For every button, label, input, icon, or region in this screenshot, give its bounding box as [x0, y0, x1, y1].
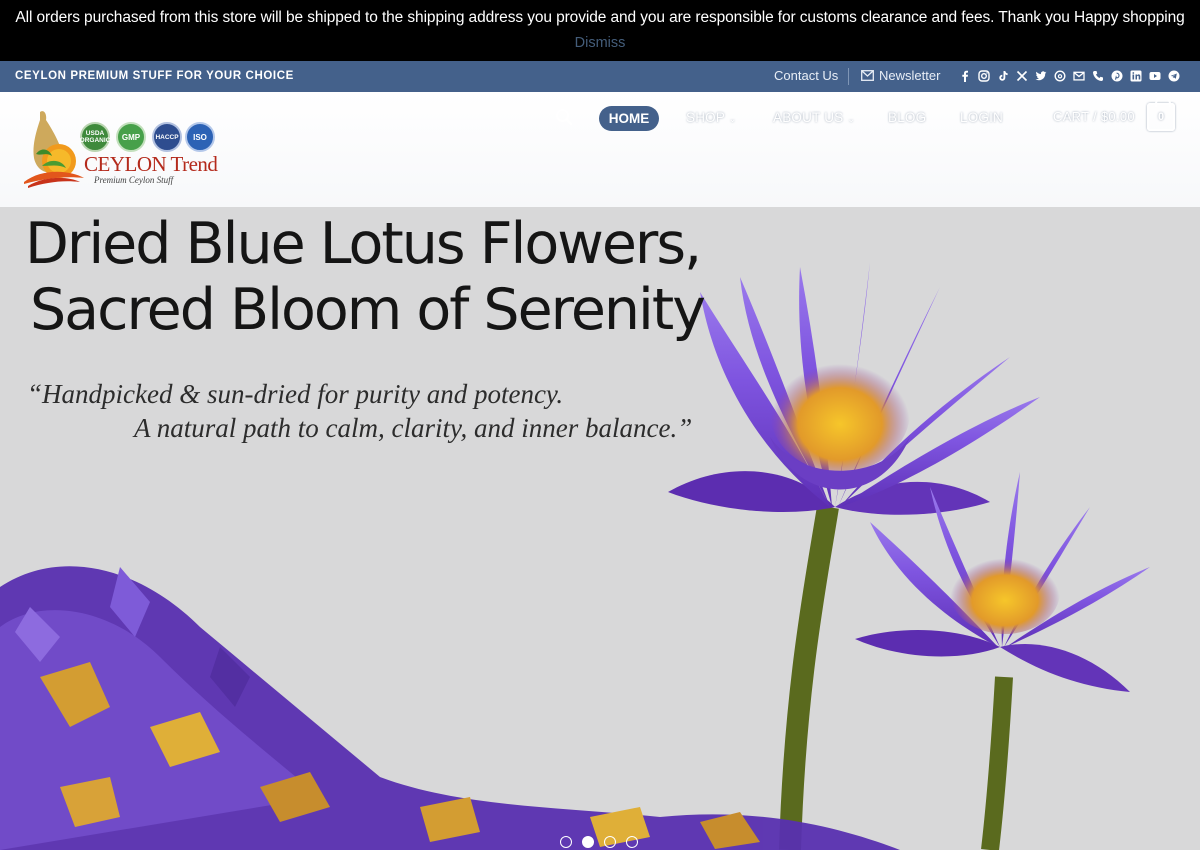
cart-count-badge[interactable]: 0: [1147, 96, 1175, 131]
store-notice-text: All orders purchased from this store wil…: [15, 9, 1185, 26]
logo-wordmark: CEYLON Trend: [84, 152, 218, 176]
logo-tagline: Premium Ceylon Stuff: [94, 175, 174, 185]
youtube-icon[interactable]: [1148, 69, 1162, 83]
telegram-icon[interactable]: [1167, 69, 1181, 83]
instagram-icon[interactable]: [977, 69, 991, 83]
pinterest-icon[interactable]: [1110, 69, 1124, 83]
nav-shop-label: SHOP: [686, 110, 725, 125]
slider-dot[interactable]: [560, 836, 572, 848]
chevron-down-icon: ⌄: [847, 114, 856, 124]
top-bar: CEYLON PREMIUM STUFF FOR YOUR CHOICE Con…: [0, 61, 1200, 92]
top-bar-tagline: CEYLON PREMIUM STUFF FOR YOUR CHOICE: [15, 70, 294, 82]
facebook-icon[interactable]: [958, 69, 972, 83]
cert-iso-badge: ISO: [185, 122, 215, 152]
site-header: USDA ORGANIC GMP HACCP ISO CEYLON Trend …: [0, 92, 1200, 207]
contact-us-link[interactable]: Contact Us: [774, 68, 838, 83]
slider-dot-active[interactable]: [582, 836, 594, 848]
twitter-icon[interactable]: [1034, 69, 1048, 83]
cart-link[interactable]: CART / $0.00: [1053, 109, 1135, 124]
x-icon[interactable]: [1015, 69, 1029, 83]
nav-home[interactable]: HOME: [599, 106, 659, 131]
nav-shop[interactable]: SHOP ⌄: [686, 110, 737, 125]
divider: [848, 68, 849, 85]
store-notice: All orders purchased from this store wil…: [0, 0, 1200, 61]
newsletter-label: Newsletter: [879, 68, 941, 83]
tiktok-icon[interactable]: [996, 69, 1010, 83]
phone-icon[interactable]: [1091, 69, 1105, 83]
newsletter-link[interactable]: Newsletter: [861, 68, 940, 83]
site-logo[interactable]: USDA ORGANIC GMP HACCP ISO CEYLON Trend …: [22, 106, 222, 192]
search-icon[interactable]: [555, 108, 573, 126]
hero-quote-line-2: A natural path to calm, clarity, and inn…: [134, 413, 693, 443]
linkedin-icon[interactable]: [1129, 69, 1143, 83]
chevron-down-icon: ⌄: [728, 114, 737, 124]
social-links: [958, 69, 1181, 83]
envelope-icon: [861, 70, 874, 81]
hero-slider: Dried Blue Lotus Flowers, Sacred Bloom o…: [0, 207, 1200, 850]
nav-about-label: ABOUT US: [773, 110, 844, 125]
slider-dot[interactable]: [604, 836, 616, 848]
slider-dot[interactable]: [626, 836, 638, 848]
threads-icon[interactable]: [1053, 69, 1067, 83]
dismiss-link[interactable]: Dismiss: [0, 35, 1200, 51]
hero-title-line-1: Dried Blue Lotus Flowers,: [25, 211, 702, 277]
nav-login[interactable]: LOGIN: [960, 110, 1003, 125]
cert-gmp-badge: GMP: [116, 122, 146, 152]
slider-dots: [560, 836, 638, 848]
cert-haccp-badge: HACCP: [152, 122, 182, 152]
nav-blog[interactable]: BLOG: [888, 110, 926, 125]
nav-about-us[interactable]: ABOUT US ⌄: [773, 110, 855, 125]
hero-quote-line-1: “Handpicked & sun-dried for purity and p…: [27, 379, 564, 409]
hero-title: Dried Blue Lotus Flowers, Sacred Bloom o…: [25, 211, 706, 343]
cert-usda-badge: USDA ORGANIC: [80, 122, 110, 152]
hero-title-line-2: Sacred Bloom of Serenity: [30, 277, 706, 343]
email-icon[interactable]: [1072, 69, 1086, 83]
